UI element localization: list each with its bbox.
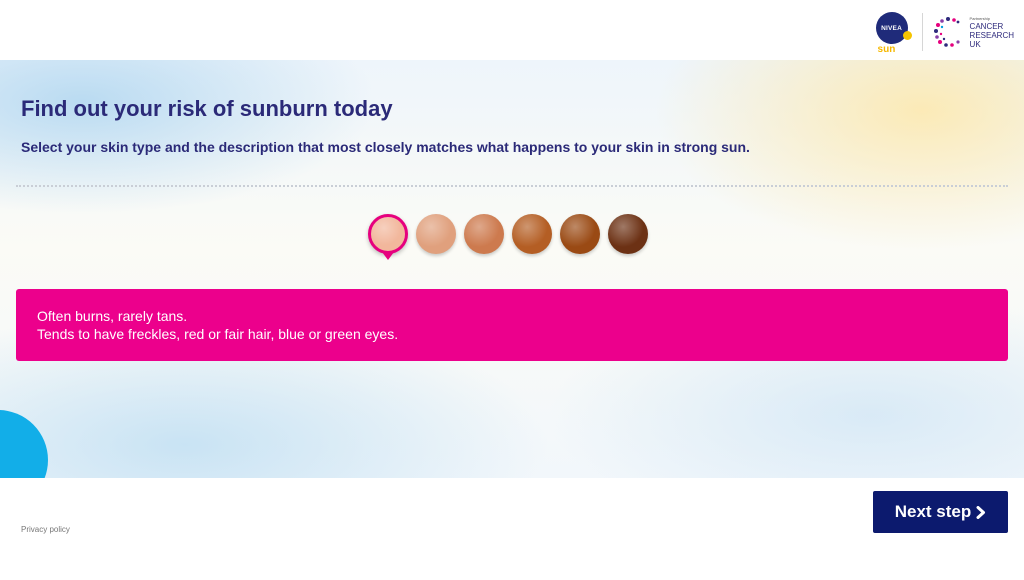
- cancer-research-uk-logo: Partnership CANCER RESEARCH UK: [931, 15, 1014, 49]
- cruk-line-3: UK: [969, 39, 981, 49]
- cruk-c-mark-icon: [933, 17, 960, 47]
- cruk-line-2: RESEARCH: [969, 30, 1014, 40]
- skin-type-swatch-3[interactable]: [464, 214, 504, 254]
- skin-type-swatch-6[interactable]: [608, 214, 648, 254]
- dotted-divider: [16, 185, 1008, 187]
- hero-panel: Find out your risk of sunburn today Sele…: [0, 60, 1024, 478]
- description-line-1: Often burns, rarely tans.: [37, 308, 188, 324]
- privacy-policy-link[interactable]: Privacy policy: [21, 525, 70, 534]
- description-line-2: Tends to have freckles, red or fair hair…: [37, 326, 399, 342]
- page-title: Find out your risk of sunburn today: [21, 96, 393, 121]
- page-header: NIVEA sun Partnership CANCER RESEARCH UK: [0, 0, 1024, 60]
- nivea-sun-logo: NIVEA sun: [874, 9, 914, 55]
- logo-divider: [921, 13, 923, 51]
- cruk-wordmark: Partnership CANCER RESEARCH UK: [970, 16, 1014, 49]
- page-subtitle: Select your skin type and the descriptio…: [21, 139, 750, 155]
- skin-type-description: Often burns, rarely tans. Tends to have …: [16, 289, 1008, 361]
- chevron-right-icon: [976, 505, 986, 519]
- skin-type-selector: [368, 214, 658, 262]
- page-footer: Privacy policy Next step: [0, 478, 1024, 580]
- cruk-line-1: CANCER: [969, 21, 1004, 31]
- nivea-logo-disc: NIVEA: [875, 12, 908, 44]
- skin-type-swatch-2[interactable]: [416, 214, 456, 254]
- skin-type-swatch-5[interactable]: [560, 214, 600, 254]
- selected-pointer-icon: [382, 252, 394, 260]
- decorative-blue-circle: [0, 410, 48, 478]
- next-step-button[interactable]: Next step: [873, 491, 1008, 533]
- sun-icon: [902, 31, 912, 40]
- nivea-sun-wordmark: sun: [877, 44, 896, 55]
- skin-type-swatch-4[interactable]: [512, 214, 552, 254]
- next-step-label: Next step: [894, 502, 972, 521]
- skin-type-swatch-1[interactable]: [368, 214, 408, 254]
- partner-logos: NIVEA sun Partnership CANCER RESEARCH UK: [874, 8, 1014, 56]
